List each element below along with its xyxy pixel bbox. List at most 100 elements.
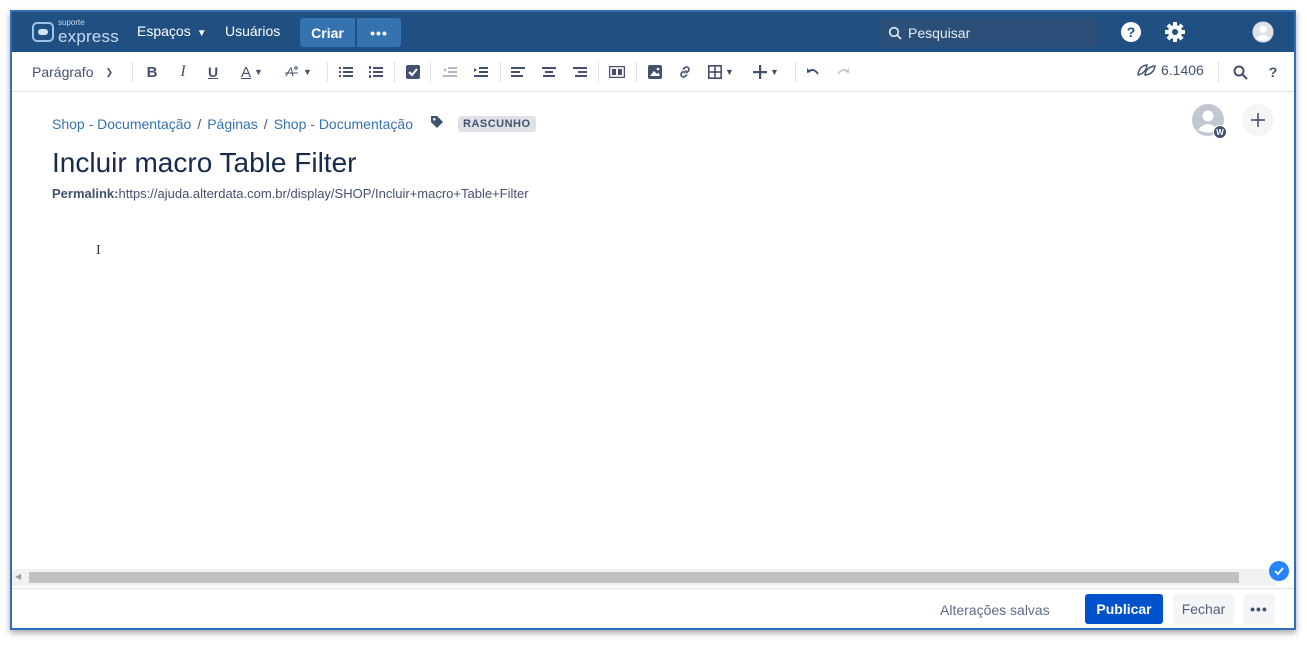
toolbar-divider [598, 62, 599, 82]
editor-window: suporte express Espaços ▼ Usuários Criar … [10, 10, 1296, 630]
layout-icon [609, 66, 625, 78]
plus-icon [1251, 113, 1265, 127]
insert-table-button[interactable]: ▼ [708, 62, 734, 82]
collaborator-avatar[interactable]: W [1192, 104, 1227, 139]
invite-collaborator-button[interactable] [1242, 104, 1274, 136]
insert-more-button[interactable]: ▼ [753, 62, 779, 82]
align-left-icon [511, 67, 525, 77]
numbered-list-button[interactable] [368, 62, 384, 82]
undo-button[interactable] [805, 62, 821, 82]
collaborator-initial: W [1213, 125, 1227, 139]
indent-icon [474, 67, 488, 77]
italic-button[interactable]: I [176, 62, 190, 82]
align-center-button[interactable] [541, 62, 557, 82]
search-icon [1233, 65, 1248, 80]
breadcrumb-separator: / [197, 115, 202, 132]
toolbar-divider [1218, 62, 1219, 82]
toolbar-divider [636, 62, 637, 82]
leaf-icon [1137, 64, 1156, 76]
permalink-label: Permalink: [52, 186, 119, 201]
breadcrumb-item-pages[interactable]: Páginas [207, 116, 258, 132]
publish-button[interactable]: Publicar [1085, 594, 1163, 624]
task-list-button[interactable] [405, 62, 421, 82]
scroll-left-arrow-icon[interactable]: ◀ [15, 572, 21, 581]
table-icon [708, 65, 722, 79]
top-navigation: suporte express Espaços ▼ Usuários Criar … [12, 12, 1294, 52]
gear-icon[interactable] [1164, 21, 1186, 43]
permalink-url: https://ajuda.alterdata.com.br/display/S… [118, 186, 529, 201]
logo-small-text: suporte [58, 18, 85, 27]
chevron-down-icon: ❯ [105, 66, 114, 77]
editor-footer: Alterações salvas Publicar Fechar ••• [12, 588, 1294, 628]
permalink-line[interactable]: Permalink:https://ajuda.alterdata.com.br… [52, 186, 529, 201]
toolbar-divider [795, 62, 796, 82]
chevron-down-icon: ▼ [770, 67, 779, 77]
format-more-icon: A [285, 65, 298, 79]
redo-button[interactable] [835, 62, 851, 82]
text-color-button[interactable]: A ▼ [241, 62, 263, 82]
status-badge: RASCUNHO [458, 115, 536, 132]
redo-icon [837, 68, 849, 75]
find-replace-button[interactable] [1232, 62, 1248, 82]
text-color-label: A [241, 63, 252, 81]
nav-spaces-label: Espaços [137, 23, 191, 39]
breadcrumb-item-parent[interactable]: Shop - Documentação [274, 116, 413, 132]
plus-icon [753, 65, 767, 79]
align-left-button[interactable] [510, 62, 526, 82]
image-icon [648, 65, 662, 79]
scrollbar-thumb[interactable] [29, 572, 1239, 583]
toolbar-divider [430, 62, 431, 82]
search-box[interactable] [879, 18, 1099, 47]
create-more-button[interactable]: ••• [357, 18, 401, 47]
indent-button[interactable] [473, 62, 489, 82]
page-title[interactable]: Incluir macro Table Filter [52, 147, 356, 179]
paragraph-style-label: Parágrafo [32, 64, 94, 80]
text-cursor-icon: I [96, 243, 101, 258]
underline-button[interactable]: U [206, 62, 220, 82]
editor-help-button[interactable]: ? [1266, 62, 1280, 82]
create-button[interactable]: Criar [300, 18, 355, 47]
toolbar-divider [327, 62, 328, 82]
footer-more-button[interactable]: ••• [1243, 594, 1275, 624]
bold-label: B [146, 63, 158, 81]
page-layout-button[interactable] [608, 62, 626, 82]
align-right-icon [573, 67, 587, 77]
editor-toolbar: Parágrafo ❯ B I U A ▼ A ▼ ▼ ▼ 6.1406 ? [12, 52, 1294, 92]
align-right-button[interactable] [572, 62, 588, 82]
save-status: Alterações salvas [940, 602, 1050, 618]
text-format-more-button[interactable]: A ▼ [284, 62, 312, 82]
horizontal-scrollbar[interactable]: ◀ [12, 569, 1276, 586]
breadcrumb-separator: / [263, 115, 268, 132]
search-input[interactable] [908, 24, 1088, 41]
logo-icon [32, 22, 54, 42]
paragraph-style-dropdown[interactable]: Parágrafo ❯ [32, 62, 113, 82]
logo[interactable]: suporte express [32, 19, 119, 45]
version-indicator[interactable]: 6.1406 [1136, 62, 1204, 78]
tag-icon[interactable] [430, 115, 444, 132]
chevron-down-icon: ▼ [196, 28, 207, 39]
nav-users[interactable]: Usuários [225, 23, 280, 39]
svg-text:A: A [285, 65, 294, 79]
breadcrumb-item-space[interactable]: Shop - Documentação [52, 116, 191, 132]
insert-image-button[interactable] [647, 62, 663, 82]
user-avatar-icon[interactable] [1252, 21, 1274, 43]
toolbar-divider [500, 62, 501, 82]
bold-button[interactable]: B [145, 62, 159, 82]
search-icon [888, 26, 902, 40]
insert-link-button[interactable] [677, 62, 693, 82]
chevron-down-icon: ▼ [725, 67, 734, 77]
chevron-down-icon: ▼ [254, 67, 263, 77]
align-center-icon [542, 67, 556, 77]
svg-text:?: ? [1127, 24, 1136, 40]
toolbar-divider [132, 62, 133, 82]
version-label: 6.1406 [1161, 62, 1204, 78]
checkbox-icon [406, 65, 420, 79]
help-label: ? [1268, 64, 1278, 80]
numbered-list-icon [369, 66, 383, 78]
help-icon[interactable]: ? [1120, 21, 1142, 43]
bullet-list-button[interactable] [338, 62, 354, 82]
nav-spaces[interactable]: Espaços ▼ [137, 23, 207, 39]
close-button[interactable]: Fechar [1173, 594, 1234, 624]
outdent-button[interactable] [442, 62, 458, 82]
checkmark-icon [1269, 561, 1289, 581]
